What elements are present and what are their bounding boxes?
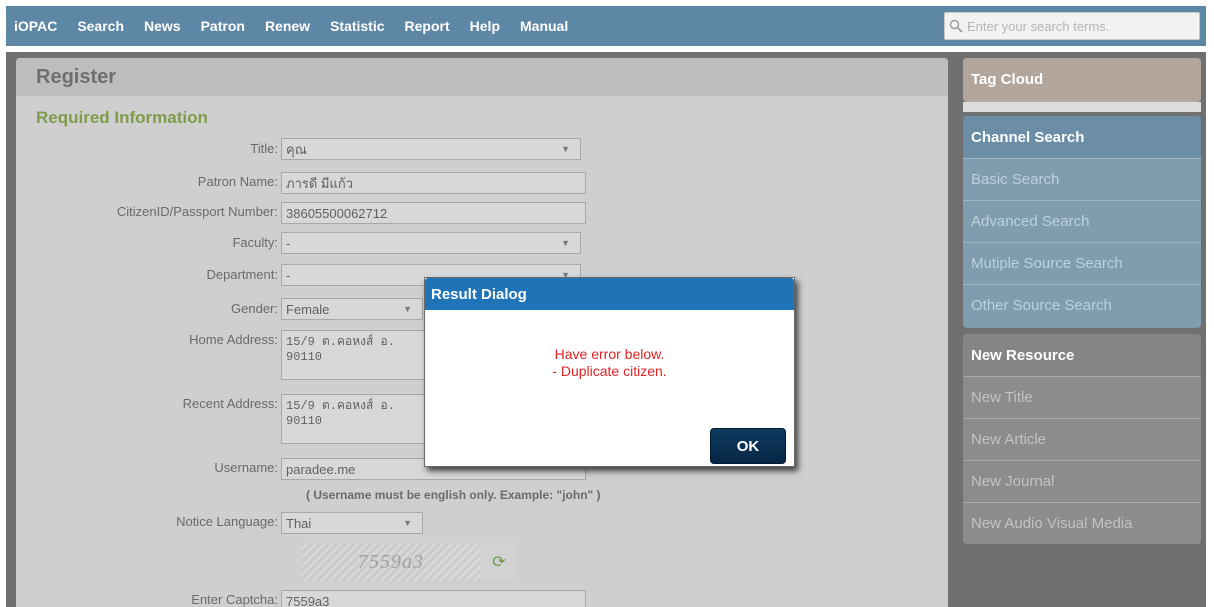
patron-name-row: Patron Name: ภารดี มีแก้ว — [16, 172, 586, 194]
refresh-icon[interactable]: ⟳ — [480, 543, 518, 581]
nav-item-renew[interactable]: Renew — [255, 18, 320, 34]
captcha-box: 7559a3 ⟳ — [302, 543, 518, 581]
new-resource-header: New Resource — [963, 334, 1201, 376]
citizen-id-input[interactable]: 38605500062712 — [281, 202, 586, 224]
global-search-input[interactable] — [967, 18, 1187, 34]
result-dialog: Result Dialog Have error below. - Duplic… — [424, 277, 795, 467]
captcha-label: Enter Captcha: — [191, 592, 278, 607]
channel-search-header: Channel Search — [963, 116, 1201, 158]
dialog-message-line-2: - Duplicate citizen. — [552, 363, 667, 379]
register-header: Register — [16, 58, 948, 96]
title-label: Title: — [250, 141, 278, 156]
channel-search-box: Channel Search Basic Search Advanced Sea… — [963, 116, 1201, 328]
citizen-id-row: CitizenID/Passport Number: 3860550006271… — [16, 202, 586, 224]
captcha-input[interactable]: 7559a3 — [281, 590, 586, 607]
dialog-message-line-1: Have error below. — [554, 346, 665, 362]
sidebar-item-other-source-search[interactable]: Other Source Search — [963, 284, 1201, 326]
faculty-row: Faculty: - ▼ — [16, 232, 581, 254]
nav-item-statistic[interactable]: Statistic — [320, 18, 394, 34]
global-search-box — [944, 12, 1200, 40]
department-select-value: - — [286, 267, 291, 283]
title-select-value: คุณ — [286, 141, 307, 157]
dialog-message: Have error below. - Duplicate citizen. — [425, 346, 794, 380]
gender-row: Gender: Female ▼ — [16, 298, 423, 320]
search-icon — [949, 19, 963, 33]
faculty-label: Faculty: — [232, 235, 278, 250]
gender-label: Gender: — [231, 301, 278, 316]
faculty-select-value: - — [286, 235, 291, 251]
ok-button[interactable]: OK — [710, 428, 786, 464]
sidebar-item-advanced-search[interactable]: Advanced Search — [963, 200, 1201, 242]
title-select[interactable]: คุณ ▼ — [281, 138, 581, 160]
citizen-id-label: CitizenID/Passport Number: — [116, 204, 278, 219]
sidebar-item-multiple-source-search[interactable]: Mutiple Source Search — [963, 242, 1201, 284]
nav-item-news[interactable]: News — [134, 18, 191, 34]
sidebar-item-new-journal[interactable]: New Journal — [963, 460, 1201, 502]
tag-cloud-header[interactable]: Tag Cloud — [963, 58, 1201, 100]
chevron-down-icon: ▼ — [561, 238, 570, 248]
section-title: Required Information — [36, 108, 208, 127]
main-navbar: iOPAC Search News Patron Renew Statistic… — [6, 6, 1206, 46]
top-bar: iOPAC Search News Patron Renew Statistic… — [0, 0, 1214, 52]
username-hint: ( Username must be english only. Example… — [306, 488, 601, 502]
nav-item-search[interactable]: Search — [67, 18, 134, 34]
patron-name-label: Patron Name: — [197, 174, 278, 189]
notice-language-label: Notice Language: — [176, 514, 278, 529]
nav-item-report[interactable]: Report — [395, 18, 460, 34]
tag-cloud-box: Tag Cloud — [963, 58, 1201, 102]
chevron-down-icon: ▼ — [403, 518, 412, 528]
notice-language-select[interactable]: Thai ▼ — [281, 512, 423, 534]
chevron-down-icon: ▼ — [403, 304, 412, 314]
nav-item-manual[interactable]: Manual — [510, 18, 578, 34]
notice-language-row: Notice Language: Thai ▼ — [16, 512, 423, 534]
page-title: Register — [36, 65, 117, 88]
sidebar-item-basic-search[interactable]: Basic Search — [963, 158, 1201, 200]
faculty-select[interactable]: - ▼ — [281, 232, 581, 254]
nav-item-help[interactable]: Help — [460, 18, 510, 34]
nav-item-iopac[interactable]: iOPAC — [6, 18, 67, 34]
new-resource-box: New Resource New Title New Article New J… — [963, 334, 1201, 544]
sidebar-item-new-audio-visual-media[interactable]: New Audio Visual Media — [963, 502, 1201, 544]
recent-address-label: Recent Address: — [182, 396, 278, 411]
nav-item-patron[interactable]: Patron — [191, 18, 255, 34]
home-address-label: Home Address: — [189, 332, 278, 347]
dialog-title: Result Dialog — [425, 278, 794, 310]
gender-select[interactable]: Female ▼ — [281, 298, 423, 320]
patron-name-input[interactable]: ภารดี มีแก้ว — [281, 172, 586, 194]
tag-cloud-body — [963, 102, 1201, 112]
captcha-image: 7559a3 — [302, 543, 480, 581]
title-row: Title: คุณ ▼ — [16, 138, 581, 160]
sidebar-background — [963, 544, 1201, 607]
chevron-down-icon: ▼ — [561, 144, 570, 154]
captcha-row: Enter Captcha: 7559a3 — [16, 590, 586, 607]
notice-language-select-value: Thai — [286, 515, 312, 531]
sidebar-item-new-article[interactable]: New Article — [963, 418, 1201, 460]
username-label: Username: — [214, 460, 278, 475]
gender-select-value: Female — [286, 301, 330, 317]
department-label: Department: — [206, 267, 278, 282]
sidebar-item-new-title[interactable]: New Title — [963, 376, 1201, 418]
